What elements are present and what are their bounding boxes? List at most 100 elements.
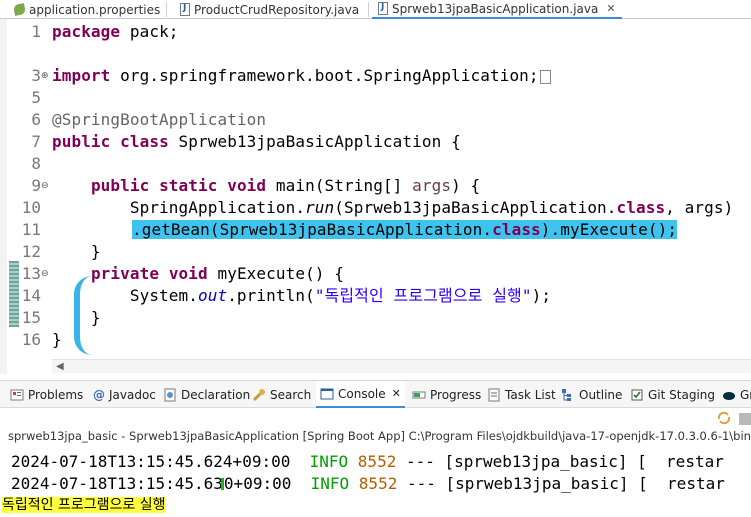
code-text: System.out.println("독립적인 프로그램으로 실행"); bbox=[52, 285, 551, 307]
tab-label: Task List bbox=[505, 387, 556, 402]
log-timestamp: 2024-07-18T13:15:45.624+09:00 bbox=[11, 452, 291, 471]
fold-collapse-icon[interactable]: ⊖ bbox=[41, 263, 49, 285]
tab-git-staging[interactable]: Git Staging bbox=[630, 381, 715, 408]
task-list-icon bbox=[487, 388, 501, 402]
code-fragment: (Sprweb13jpaBasicApplication. bbox=[334, 198, 617, 217]
code-text: private void myExecute() { bbox=[52, 263, 344, 285]
console-output-line: 독립적인 프로그램으로 실행 bbox=[2, 494, 166, 516]
search-icon bbox=[252, 388, 266, 402]
tab-label: Search bbox=[270, 387, 312, 402]
tab-product-crud-repository[interactable]: ProductCrudRepository.java bbox=[180, 0, 359, 19]
javadoc-icon: @ bbox=[93, 387, 105, 402]
code-line: 1 package pack; bbox=[0, 21, 751, 43]
code-fragment: ) { bbox=[451, 176, 481, 195]
outline-icon bbox=[561, 388, 575, 402]
java-file-icon bbox=[378, 2, 388, 15]
code-fragment: System. bbox=[52, 286, 198, 305]
code-line: 8 bbox=[0, 153, 751, 175]
console-log-line: 2024-07-18T13:15:45.624+09:00 INFO 8552 … bbox=[11, 451, 724, 473]
keyword: class bbox=[616, 198, 666, 217]
code-line: 3 ⊕ import org.springframework.boot.Spri… bbox=[0, 65, 751, 87]
tab-separator bbox=[368, 2, 369, 17]
keyword: void bbox=[227, 176, 267, 195]
tab-task-list[interactable]: Task List bbox=[487, 381, 556, 408]
log-timestamp-part: 2024-07-18T13:15:45.63 bbox=[11, 474, 223, 493]
tab-declaration[interactable]: Declaration bbox=[163, 381, 250, 408]
console-icon bbox=[320, 387, 334, 401]
code-text: .getBean(Sprweb13jpaBasicApplication.cla… bbox=[132, 219, 678, 241]
annotation-text: @SpringBootApplication bbox=[52, 110, 267, 129]
scroll-left-icon[interactable]: ◀ bbox=[56, 361, 64, 372]
static-method: run bbox=[305, 198, 335, 217]
fold-collapse-icon[interactable]: ⊖ bbox=[41, 175, 49, 197]
close-tab-icon[interactable]: ✕ bbox=[392, 387, 401, 400]
panel-tab-bar: Problems @ Javadoc Declaration Search Co… bbox=[0, 380, 751, 408]
collapsed-imports-icon[interactable] bbox=[539, 69, 551, 84]
code-line: 5 bbox=[0, 87, 751, 109]
code-text: } bbox=[52, 308, 101, 327]
fold-expand-icon[interactable]: ⊕ bbox=[41, 65, 49, 87]
tab-application-properties[interactable]: application.properties bbox=[13, 0, 161, 19]
problems-icon bbox=[10, 388, 24, 402]
tab-sprweb13jpa-basic-application[interactable]: Sprweb13jpaBasicApplication.java ✕ bbox=[372, 0, 622, 19]
tab-console[interactable]: Console ✕ bbox=[316, 381, 405, 408]
tab-label: Declaration bbox=[181, 387, 251, 402]
gradle-icon bbox=[722, 388, 736, 402]
close-tab-icon[interactable]: ✕ bbox=[606, 2, 615, 15]
log-level: INFO bbox=[309, 452, 349, 471]
line-number: 9 bbox=[31, 176, 41, 195]
tab-label: Problems bbox=[28, 387, 84, 402]
java-file-icon bbox=[180, 3, 190, 16]
code-fragment: ); bbox=[531, 286, 552, 305]
tab-label: ProductCrudRepository.java bbox=[194, 2, 360, 17]
code-editor[interactable]: 1 package pack; 3 ⊕ import org.springfra… bbox=[0, 19, 751, 374]
tab-progress[interactable]: Progress bbox=[412, 381, 481, 408]
keyword: package bbox=[52, 22, 121, 41]
code-fragment: .getBean(Sprweb13jpaBasicApplication. bbox=[132, 220, 493, 239]
log-timestamp-part: 0+09:00 bbox=[223, 474, 292, 493]
code-line: 9 ⊖ public static void main(String[] arg… bbox=[0, 175, 751, 197]
tab-label: Outline bbox=[579, 387, 623, 402]
editor-tab-bar: application.properties ProductCrudReposi… bbox=[0, 0, 751, 19]
tab-search[interactable]: Search bbox=[252, 381, 311, 408]
horizontal-scrollbar[interactable]: ◀ bbox=[52, 359, 751, 373]
code-fragment: .println( bbox=[227, 286, 315, 305]
code-fragment: org.springframework.boot.SpringApplicati… bbox=[110, 66, 539, 85]
keyword: void bbox=[168, 264, 208, 283]
code-line: 13 ⊖ private void myExecute() { bbox=[0, 263, 751, 285]
code-fragment: SpringApplication. bbox=[52, 198, 306, 217]
keyword: class bbox=[120, 132, 169, 151]
git-staging-icon bbox=[630, 388, 644, 402]
tab-label: Javadoc bbox=[109, 387, 156, 402]
line-number: 12 bbox=[21, 242, 41, 261]
line-number: 13 bbox=[21, 264, 41, 283]
code-text: public class Sprweb13jpaBasicApplication… bbox=[52, 131, 461, 153]
keyword: private bbox=[90, 264, 160, 283]
tab-label: Git Staging bbox=[648, 387, 716, 402]
keyword: public bbox=[52, 132, 111, 151]
tab-label: Console bbox=[338, 386, 386, 401]
console-log-line: 2024-07-18T13:15:45.630+09:00 INFO 8552 … bbox=[11, 473, 725, 495]
line-number: 10 bbox=[21, 198, 41, 217]
tab-label: Gr bbox=[740, 387, 751, 402]
tab-problems[interactable]: Problems bbox=[10, 381, 83, 408]
terminate-icon[interactable] bbox=[738, 411, 751, 430]
line-number: 5 bbox=[31, 88, 41, 107]
keyword: class bbox=[492, 220, 541, 239]
tab-label: application.properties bbox=[29, 2, 161, 17]
code-text: import org.springframework.boot.SpringAp… bbox=[52, 65, 551, 87]
tab-outline[interactable]: Outline bbox=[561, 381, 622, 408]
code-line: 14 System.out.println("독립적인 프로그램으로 실행"); bbox=[0, 285, 751, 307]
program-output: 독립적인 프로그램으로 실행 bbox=[2, 497, 166, 513]
tab-javadoc[interactable]: @ Javadoc bbox=[93, 381, 156, 408]
code-fragment: myExecute() { bbox=[207, 264, 345, 283]
keyword: public bbox=[90, 176, 150, 195]
tab-gradle[interactable]: Gr bbox=[722, 381, 751, 408]
keyword: static bbox=[159, 176, 218, 195]
code-fragment: , args) bbox=[665, 198, 734, 217]
static-field: out bbox=[198, 286, 228, 305]
parameter: args bbox=[412, 176, 452, 195]
code-text: SpringApplication.run(Sprweb13jpaBasicAp… bbox=[52, 197, 733, 219]
tab-label: Progress bbox=[430, 387, 482, 402]
sync-icon[interactable] bbox=[716, 410, 732, 430]
